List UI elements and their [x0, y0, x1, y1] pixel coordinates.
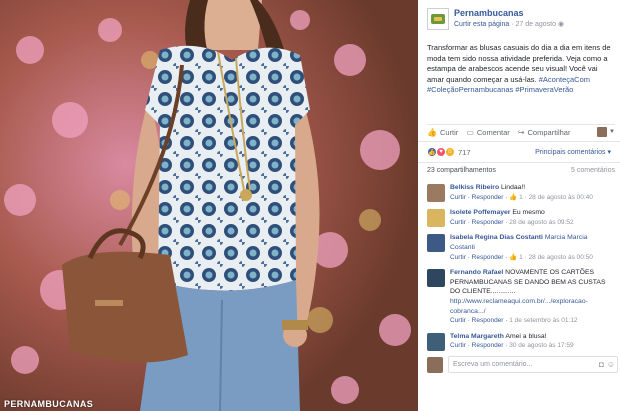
- like-label: Curtir: [439, 127, 459, 137]
- comment-author[interactable]: Fernando Rafael: [450, 269, 503, 276]
- header-text: Pernambucanas Curtir esta página · 27 de…: [454, 8, 564, 30]
- comment-input[interactable]: Escreva um comentário...: [448, 356, 618, 373]
- comment-meta: Curtir · Responder · 1 de setembro às 01…: [450, 316, 611, 326]
- comment-meta: Curtir · Responder · 👍 1 · 28 de agosto …: [450, 193, 611, 203]
- comment-meta: Curtir · Responder · 👍 1 · 28 de agosto …: [450, 253, 611, 263]
- chevron-down-icon: ▾: [607, 149, 611, 156]
- post-date[interactable]: 27 de agosto: [516, 21, 556, 28]
- post-header: Pernambucanas Curtir esta página · 27 de…: [427, 8, 564, 30]
- comment-actions[interactable]: Curtir · Responder ·: [450, 194, 509, 201]
- like-page-link[interactable]: Curtir esta página: [454, 21, 509, 28]
- comment-actions[interactable]: Curtir · Responder ·: [450, 254, 509, 261]
- brand-watermark: PERNAMBUCANAS: [4, 399, 94, 409]
- commenter-avatar[interactable]: [427, 234, 445, 253]
- comment-item: Isabela Regina Dias Costanti Marcia Marc…: [418, 230, 620, 265]
- post-text: Transformar as blusas casuais do dia a d…: [427, 43, 615, 96]
- comments-list: Belkiss Ribeiro Lindaa!! Curtir · Respon…: [418, 180, 620, 354]
- wow-reaction-icon[interactable]: ☺: [445, 147, 455, 157]
- reactions-bar: 👍 ♥ ☺ 717 Principais comentários ▾: [418, 141, 620, 163]
- page-avatar[interactable]: [427, 8, 449, 30]
- share-label: Compartilhar: [527, 127, 571, 137]
- thumbs-up-icon: 👍: [509, 193, 518, 201]
- pernambucanas-logo-icon: [431, 14, 445, 24]
- comment-label: Comentar: [476, 127, 510, 137]
- viewer-avatar[interactable]: [427, 356, 443, 373]
- comment-time[interactable]: 28 de agosto às 09:52: [509, 219, 573, 226]
- post-panel: Pernambucanas Curtir esta página · 27 de…: [418, 0, 620, 411]
- globe-icon: ◉: [557, 21, 565, 28]
- comment-meta: Curtir · Responder · 30 de agosto às 17:…: [450, 341, 611, 351]
- share-button[interactable]: ↪ Compartilhar: [518, 128, 571, 137]
- reply-icons: ◘ ☺: [596, 360, 615, 369]
- reaction-count[interactable]: 717: [458, 148, 471, 157]
- commenter-avatar[interactable]: [427, 184, 445, 202]
- camera-icon[interactable]: ◘: [599, 360, 604, 369]
- comment-item: Belkiss Ribeiro Lindaa!! Curtir · Respon…: [418, 180, 620, 205]
- comment-likes[interactable]: 1: [519, 194, 523, 201]
- comment-time[interactable]: · 28 de agosto às 00:50: [525, 254, 593, 261]
- comment-button[interactable]: ▭ Comentar: [466, 128, 510, 137]
- comment-text: Eu mesmo: [512, 209, 545, 217]
- comment-meta: Curtir · Responder · 28 de agosto às 09:…: [450, 218, 611, 228]
- comments-count[interactable]: 5 comentários: [571, 167, 615, 174]
- comment-author[interactable]: Isabela Regina Dias Costanti: [450, 234, 543, 241]
- comment-author[interactable]: Belkiss Ribeiro: [450, 184, 499, 191]
- comment-item: Telma Margareth Amei a blusa! Curtir · R…: [418, 329, 620, 354]
- page-name-link[interactable]: Pernambucanas: [454, 8, 564, 19]
- comment-actions[interactable]: Curtir · Responder ·: [450, 317, 509, 324]
- shares-count[interactable]: 23 compartilhamentos: [427, 167, 496, 174]
- comment-item: Fernando Rafael NOVAMENTE OS CARTÕES PER…: [418, 265, 620, 329]
- commenter-avatar[interactable]: [427, 332, 445, 351]
- comment-time[interactable]: 1 de setembro às 01:12: [509, 317, 577, 324]
- comment-likes[interactable]: 1: [519, 254, 523, 261]
- comment-actions[interactable]: Curtir · Responder ·: [450, 342, 509, 349]
- header-subline: Curtir esta página · 27 de agosto ◉: [454, 20, 564, 30]
- share-icon: ↪: [517, 127, 525, 137]
- separator: ·: [511, 21, 514, 28]
- thumbs-up-icon: 👍: [427, 127, 437, 137]
- post-photo: PERNAMBUCANAS: [0, 0, 418, 411]
- comment-item: Isolete Poffemayer Eu mesmo Curtir · Res…: [418, 205, 620, 230]
- comment-time[interactable]: · 28 de agosto às 00:40: [525, 194, 593, 201]
- comment-url[interactable]: http://www.reclameaqui.com.br/.../explor…: [450, 298, 588, 315]
- comment-author[interactable]: Isolete Poffemayer: [450, 209, 510, 216]
- top-comments-label: Principais comentários: [535, 149, 606, 156]
- comment-text: Lindaa!!: [501, 184, 526, 191]
- comment-time[interactable]: 30 de agosto às 17:59: [509, 342, 573, 349]
- emoji-icon[interactable]: ☺: [607, 360, 615, 369]
- stats-row: 23 compartilhamentos 5 comentários: [427, 167, 615, 174]
- comment-icon: ▭: [466, 127, 474, 137]
- like-button[interactable]: 👍 Curtir: [427, 128, 458, 137]
- commenter-avatar[interactable]: [427, 209, 445, 228]
- commenter-avatar[interactable]: [427, 269, 445, 288]
- comment-actions[interactable]: Curtir · Responder ·: [450, 219, 509, 226]
- chevron-down-icon[interactable]: ▼: [609, 129, 615, 135]
- photo-illustration: [0, 0, 418, 411]
- reply-box: Escreva um comentário... ◘ ☺: [427, 356, 618, 373]
- viewer-avatar[interactable]: [597, 127, 608, 137]
- top-comments-dropdown[interactable]: Principais comentários ▾: [535, 148, 611, 156]
- action-bar: 👍 Curtir ▭ Comentar ↪ Compartilhar ▼: [427, 124, 615, 137]
- comment-author[interactable]: Telma Margareth: [450, 333, 504, 340]
- comment-text: Amei a blusa!: [505, 332, 547, 340]
- thumbs-up-icon: 👍: [509, 253, 518, 261]
